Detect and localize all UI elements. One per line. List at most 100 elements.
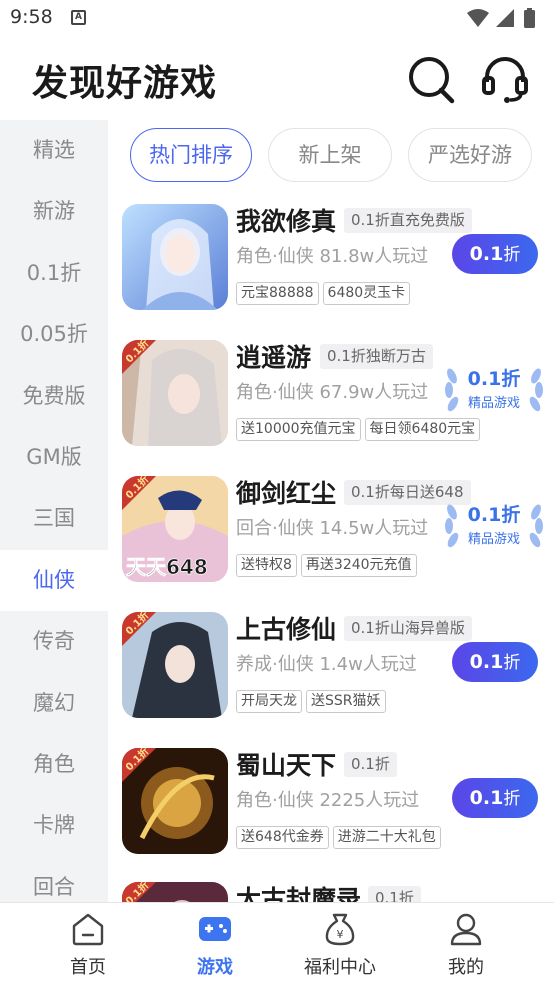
wifi-icon	[467, 9, 489, 27]
game-meta: 角色·仙侠 67.9w人玩过	[236, 382, 429, 403]
discount-value: 0.1	[469, 787, 504, 809]
game-item[interactable]: 0.1折 天天648 御剑红尘 0.1折每日送648 回合·仙侠 14.5w人玩…	[122, 476, 552, 584]
game-meta: 角色·仙侠 2225人玩过	[236, 790, 420, 811]
game-item[interactable]: 我欲修真 0.1折直充免费版 角色·仙侠 81.8w人玩过 元宝88888 648…	[122, 204, 552, 312]
status-bar: 9:58 A	[0, 0, 554, 36]
discount-button[interactable]: 0.1折	[452, 642, 538, 682]
game-tag: 进游二十大礼包	[332, 826, 441, 849]
search-icon[interactable]	[406, 54, 456, 104]
discount-unit: 折	[503, 653, 521, 673]
sidebar-item-jingxuan[interactable]: 精选	[0, 120, 108, 181]
promo-label: 0.1折山海异兽版	[344, 616, 472, 641]
tab-new-release[interactable]: 新上架	[268, 128, 392, 182]
premium-label: 精品游戏	[467, 532, 520, 547]
game-cover: 0.1折	[122, 612, 228, 718]
premium-game-badge: 0.1折 精品游戏	[442, 358, 546, 420]
nav-label: 福利中心	[304, 957, 376, 978]
nav-label: 首页	[70, 957, 106, 978]
sidebar-item-0-05-discount[interactable]: 0.05折	[0, 304, 108, 365]
game-item[interactable]: 0.1折 太古封魔录 0.1折	[122, 882, 552, 902]
game-tag: 送特权8	[236, 554, 297, 577]
gamepad-icon	[199, 917, 231, 941]
svg-text:¥: ¥	[337, 928, 344, 941]
game-tag: 再送3240元充值	[300, 554, 417, 577]
game-meta: 回合·仙侠 14.5w人玩过	[236, 518, 429, 539]
nav-label: 游戏	[197, 957, 233, 978]
money-bag-icon: ¥	[325, 913, 355, 946]
promo-label: 0.1折	[368, 886, 421, 902]
sidebar-item-xinyou[interactable]: 新游	[0, 181, 108, 242]
tab-curated[interactable]: 严选好游	[408, 128, 532, 182]
nav-home[interactable]: 首页	[33, 903, 143, 984]
game-tags: 元宝88888 6480灵玉卡	[236, 282, 414, 306]
sidebar-item-kapai[interactable]: 卡牌	[0, 795, 108, 856]
game-name: 上古修仙	[236, 615, 337, 644]
tab-hot-sort[interactable]: 热门排序	[130, 128, 252, 182]
headset-icon[interactable]	[480, 54, 530, 104]
game-cover: 0.1折	[122, 748, 228, 854]
game-tag: 开局天龙	[236, 690, 302, 713]
game-tags: 送特权8 再送3240元充值	[236, 554, 421, 578]
game-tag: 送10000充值元宝	[236, 418, 361, 441]
game-item[interactable]: 0.1折 上古修仙 0.1折山海异兽版 养成·仙侠 1.4w人玩过 开局天龙 送S…	[122, 612, 552, 720]
game-tags: 送10000充值元宝 每日领6480元宝	[236, 418, 484, 442]
battery-icon	[524, 10, 535, 28]
sidebar-item-gm[interactable]: GM版	[0, 427, 108, 488]
game-meta: 角色·仙侠 81.8w人玩过	[236, 246, 429, 267]
game-cover: 0.1折 天天648	[122, 476, 228, 582]
status-time: 9:58	[10, 6, 53, 28]
promo-label: 0.1折直充免费版	[344, 208, 472, 233]
nav-welfare-center[interactable]: ¥ 福利中心	[285, 903, 395, 984]
sidebar-item-xianxia[interactable]: 仙侠	[0, 549, 108, 612]
discount-button[interactable]: 0.1折	[452, 234, 538, 274]
game-cover: 0.1折	[122, 340, 228, 446]
game-cover: 0.1折	[122, 882, 228, 902]
game-name: 逍遥游	[236, 343, 312, 372]
game-tags: 送648代金券 进游二十大礼包	[236, 826, 445, 850]
promo-label: 0.1折独断万古	[320, 344, 433, 369]
game-name: 太古封魔录	[236, 885, 362, 902]
app-header: 发现好游戏	[0, 36, 554, 120]
game-name: 蜀山天下	[236, 751, 337, 780]
category-sidebar: 精选 新游 0.1折 0.05折 免费版 GM版 三国 仙侠 传奇 魔幻 角色 …	[0, 120, 108, 902]
discount-unit: 折	[503, 789, 521, 809]
user-icon	[450, 913, 482, 946]
cover-title-text: 天天648	[126, 555, 208, 579]
premium-game-badge: 0.1折 精品游戏	[442, 494, 546, 556]
status-icons	[467, 8, 535, 28]
game-tags: 开局天龙 送SSR猫妖	[236, 690, 390, 714]
premium-label: 精品游戏	[467, 396, 520, 411]
nav-profile[interactable]: 我的	[411, 903, 521, 984]
game-name: 我欲修真	[236, 207, 337, 236]
game-cover	[122, 204, 228, 310]
discount-value: 0.1	[469, 651, 504, 673]
nav-games[interactable]: 游戏	[160, 903, 270, 984]
notification-icon: A	[71, 10, 86, 25]
premium-discount: 0.1折	[467, 368, 521, 390]
game-name: 御剑红尘	[236, 479, 337, 508]
game-meta: 养成·仙侠 1.4w人玩过	[236, 654, 417, 675]
bottom-nav: 首页 游戏 ¥ 福利中心 我的	[0, 902, 554, 984]
nav-label: 我的	[448, 957, 484, 978]
signal-icon	[496, 9, 514, 27]
sidebar-item-juese[interactable]: 角色	[0, 734, 108, 795]
game-tag: 每日领6480元宝	[364, 418, 481, 441]
sidebar-item-free[interactable]: 免费版	[0, 366, 108, 427]
premium-discount: 0.1折	[467, 504, 521, 526]
home-icon	[72, 913, 104, 946]
game-tag: 送648代金券	[236, 826, 329, 849]
game-item[interactable]: 0.1折 逍遥游 0.1折独断万古 角色·仙侠 67.9w人玩过 送10000充…	[122, 340, 552, 448]
game-tag: 6480灵玉卡	[322, 282, 411, 305]
discount-button[interactable]: 0.1折	[452, 778, 538, 818]
sidebar-item-sanguo[interactable]: 三国	[0, 488, 108, 549]
game-tag: 送SSR猫妖	[306, 690, 386, 713]
sidebar-item-huihe[interactable]: 回合	[0, 857, 108, 902]
game-tag: 元宝88888	[236, 282, 319, 305]
discount-unit: 折	[503, 245, 521, 265]
game-list-panel: 热门排序 新上架 严选好游 我欲修真 0.1折直充免费版 角色·仙侠 81.8w…	[108, 120, 554, 902]
game-item[interactable]: 0.1折 蜀山天下 0.1折 角色·仙侠 2225人玩过 送648代金券 进游二十…	[122, 748, 552, 856]
page-title: 发现好游戏	[32, 63, 218, 104]
sidebar-item-0-1-discount[interactable]: 0.1折	[0, 243, 108, 304]
sidebar-item-chuanqi[interactable]: 传奇	[0, 611, 108, 672]
sidebar-item-mohuan[interactable]: 魔幻	[0, 673, 108, 734]
